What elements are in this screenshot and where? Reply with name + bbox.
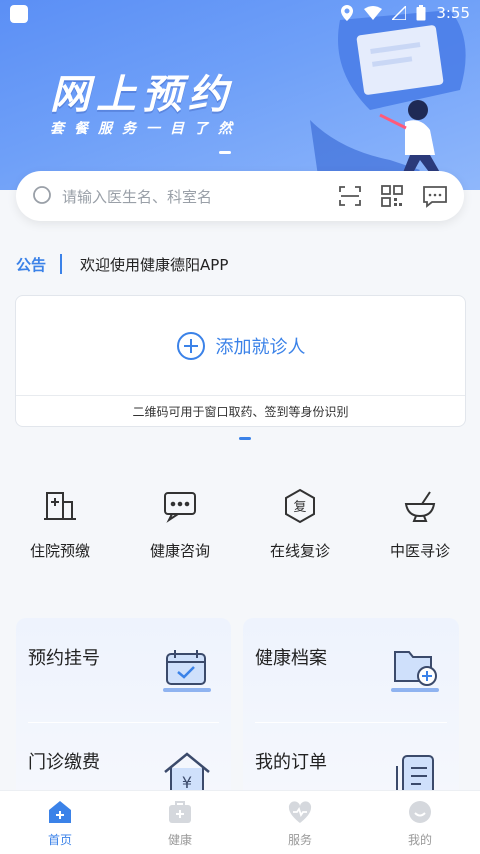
add-patient-button[interactable]: 添加就诊人 — [16, 296, 465, 396]
service-inpatient-prepay[interactable]: 住院预缴 — [0, 488, 120, 561]
chat-bubble-icon — [164, 492, 196, 523]
banner-page-indicator — [219, 151, 231, 154]
service-label: 在线复诊 — [269, 542, 330, 560]
tab-services[interactable]: 服务 — [240, 791, 360, 854]
tab-label: 我的 — [407, 833, 432, 847]
banner-subtitle: 套餐服务一目了然 — [50, 121, 242, 137]
profile-icon — [409, 801, 431, 823]
message-icon[interactable] — [422, 184, 448, 208]
service-label: 中医寻诊 — [389, 542, 450, 560]
tab-label: 首页 — [47, 833, 72, 847]
service-label: 健康咨询 — [149, 542, 210, 560]
status-time: 3:55 — [436, 4, 470, 22]
announcement-divider — [60, 254, 63, 274]
location-icon — [341, 5, 354, 21]
tab-label: 服务 — [287, 833, 312, 847]
mortar-pestle-icon — [404, 491, 436, 522]
medical-kit-icon — [169, 801, 191, 823]
service-tcm-consult[interactable]: 中医寻诊 — [360, 488, 480, 561]
tab-health[interactable]: 健康 — [120, 791, 240, 854]
qr-hint-text: 二维码可用于窗口取药、签到等身份识别 — [132, 404, 349, 419]
announcement-label: 公告 — [16, 255, 47, 274]
service-health-consult[interactable]: 健康咨询 — [120, 488, 240, 561]
service-online-revisit[interactable]: 复 在线复诊 — [240, 488, 360, 561]
patient-card: 添加就诊人 二维码可用于窗口取药、签到等身份识别 — [15, 295, 466, 427]
revisit-hexagon-icon: 复 — [285, 488, 315, 524]
banner-illustration — [310, 10, 466, 190]
panel-left: 预约挂号 门诊缴费 ¥ — [16, 618, 231, 818]
bottom-tab-bar: 首页 健康 服务 我的 — [0, 790, 480, 854]
svg-text:复: 复 — [293, 500, 306, 515]
notification-icon — [10, 5, 28, 23]
health-record-label: 健康档案 — [255, 648, 327, 669]
panel-right: 健康档案 我的订单 — [243, 618, 459, 818]
search-bar[interactable]: 请输入医生名、科室名 — [16, 171, 464, 221]
tab-profile[interactable]: 我的 — [360, 791, 480, 854]
signal-icon — [392, 6, 407, 20]
tab-home[interactable]: 首页 — [0, 791, 120, 854]
wifi-icon — [364, 6, 383, 20]
outpatient-payment-label: 门诊缴费 — [28, 752, 100, 773]
promo-banner[interactable]: 3:55 网上预约 套餐服务一目了然 — [0, 0, 480, 190]
heart-service-icon — [288, 801, 312, 823]
appointment-label: 预约挂号 — [28, 648, 100, 669]
folder-plus-icon — [391, 651, 439, 692]
quick-services: 住院预缴 健康咨询 复 在线复诊 中医寻诊 — [0, 488, 480, 561]
health-record[interactable]: 健康档案 — [243, 618, 459, 722]
card-page-indicator — [239, 437, 251, 440]
announcement-text: 欢迎使用健康德阳APP — [80, 255, 229, 274]
qr-code-icon[interactable] — [380, 184, 404, 208]
scan-icon[interactable] — [338, 184, 362, 208]
battery-icon — [416, 5, 426, 21]
my-orders-label: 我的订单 — [255, 752, 327, 773]
search-icon — [33, 186, 51, 204]
announcement-bar[interactable]: 公告 欢迎使用健康德阳APP — [16, 252, 228, 276]
home-icon — [49, 801, 71, 823]
search-input[interactable]: 请输入医生名、科室名 — [62, 186, 338, 207]
service-label: 住院预缴 — [29, 542, 90, 560]
calendar-check-icon — [163, 650, 211, 692]
tab-label: 健康 — [167, 833, 192, 847]
add-patient-label: 添加就诊人 — [215, 336, 306, 358]
banner-title: 网上预约 — [50, 72, 234, 118]
hospital-building-icon — [44, 492, 76, 520]
appointment-registration[interactable]: 预约挂号 — [16, 618, 231, 722]
add-circle-icon — [176, 331, 205, 360]
status-bar: 3:55 — [0, 0, 480, 28]
